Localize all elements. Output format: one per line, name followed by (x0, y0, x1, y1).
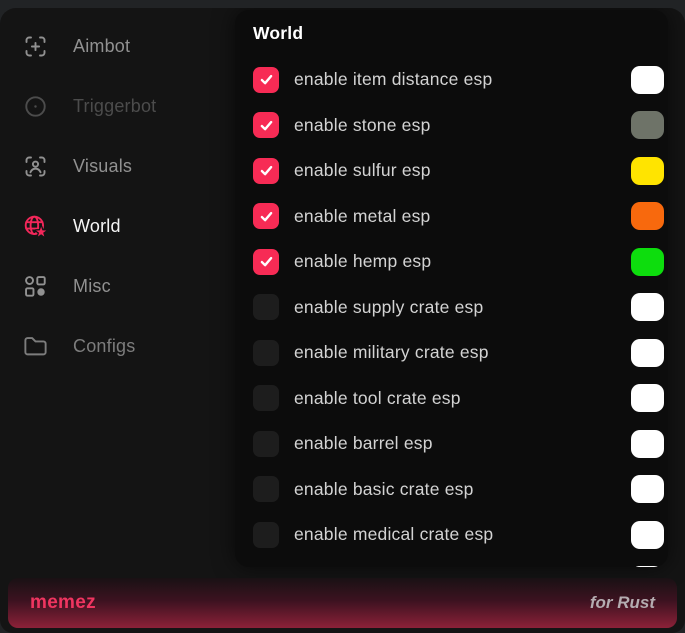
esp-checkbox[interactable] (253, 112, 279, 138)
sidebar-item-label: World (73, 216, 121, 237)
esp-checkbox[interactable] (253, 431, 279, 457)
esp-option-row: enable tool crate esp (253, 376, 668, 422)
esp-option-row: enable supply crate esp (253, 285, 668, 331)
screen-background: Aimbot Triggerbot Visuals World Misc Con… (0, 0, 685, 633)
sidebar-item-label: Aimbot (73, 36, 130, 57)
panel-title: World (253, 23, 668, 44)
esp-color-swatch[interactable] (631, 566, 664, 567)
esp-checkbox[interactable] (253, 249, 279, 275)
sidebar-item-label: Triggerbot (73, 96, 156, 117)
esp-checkbox[interactable] (253, 476, 279, 502)
sidebar-item-aimbot[interactable]: Aimbot (0, 16, 235, 76)
misc-apps-icon (22, 273, 49, 300)
esp-option-label: enable hemp esp (294, 251, 431, 272)
esp-color-swatch[interactable] (631, 111, 664, 139)
esp-color-swatch[interactable] (631, 66, 664, 94)
triggerbot-circle-icon (22, 93, 49, 120)
visuals-user-scan-icon (22, 153, 49, 180)
sidebar-item-configs[interactable]: Configs (0, 316, 235, 376)
esp-option-label: enable military crate esp (294, 342, 489, 363)
esp-checkbox[interactable] (253, 340, 279, 366)
esp-checkbox[interactable] (253, 294, 279, 320)
esp-color-swatch[interactable] (631, 339, 664, 367)
esp-option-row: enable medical crate esp (253, 512, 668, 558)
sidebar-item-label: Misc (73, 276, 111, 297)
esp-option-row: enable sulfur esp (253, 148, 668, 194)
cheat-menu-window: Aimbot Triggerbot Visuals World Misc Con… (0, 8, 685, 633)
esp-checkbox[interactable] (253, 158, 279, 184)
esp-option-row: enable military crate esp (253, 330, 668, 376)
esp-option-label: enable medical crate esp (294, 524, 493, 545)
settings-panel: World enable item distance esp enable st… (235, 10, 668, 567)
esp-option-label: enable item distance esp (294, 69, 492, 90)
checkmark-icon (258, 253, 275, 270)
world-globe-star-icon (22, 213, 49, 240)
esp-option-row: enable metal esp (253, 194, 668, 240)
configs-folder-icon (22, 333, 49, 360)
esp-option-row: enable item distance esp (253, 57, 668, 103)
esp-option-row (253, 558, 668, 568)
esp-color-swatch[interactable] (631, 384, 664, 412)
sidebar-item-label: Configs (73, 336, 135, 357)
esp-option-row: enable barrel esp (253, 421, 668, 467)
esp-option-row: enable hemp esp (253, 239, 668, 285)
esp-color-swatch[interactable] (631, 202, 664, 230)
esp-option-label: enable barrel esp (294, 433, 433, 454)
esp-options-list: enable item distance esp enable stone es… (235, 57, 668, 567)
sidebar-item-misc[interactable]: Misc (0, 256, 235, 316)
footer-bar: memez for Rust (8, 578, 677, 628)
esp-color-swatch[interactable] (631, 430, 664, 458)
sidebar-nav: Aimbot Triggerbot Visuals World Misc Con… (0, 16, 235, 376)
sidebar-item-world[interactable]: World (0, 196, 235, 256)
checkmark-icon (258, 162, 275, 179)
checkmark-icon (258, 117, 275, 134)
checkmark-icon (258, 208, 275, 225)
sidebar-item-visuals[interactable]: Visuals (0, 136, 235, 196)
brand-text: memez (30, 592, 96, 614)
sidebar-item-label: Visuals (73, 156, 132, 177)
sidebar-item-triggerbot[interactable]: Triggerbot (0, 76, 235, 136)
esp-option-label: enable tool crate esp (294, 388, 461, 409)
esp-option-row: enable stone esp (253, 103, 668, 149)
esp-checkbox[interactable] (253, 203, 279, 229)
aimbot-scan-icon (22, 33, 49, 60)
esp-option-label: enable basic crate esp (294, 479, 474, 500)
esp-color-swatch[interactable] (631, 157, 664, 185)
esp-checkbox[interactable] (253, 522, 279, 548)
esp-color-swatch[interactable] (631, 248, 664, 276)
esp-color-swatch[interactable] (631, 475, 664, 503)
checkmark-icon (258, 71, 275, 88)
esp-option-label: enable sulfur esp (294, 160, 431, 181)
esp-color-swatch[interactable] (631, 293, 664, 321)
esp-option-label: enable metal esp (294, 206, 430, 227)
esp-checkbox[interactable] (253, 67, 279, 93)
esp-option-row: enable basic crate esp (253, 467, 668, 513)
esp-option-label: enable stone esp (294, 115, 431, 136)
footer-subtitle: for Rust (590, 593, 655, 613)
esp-color-swatch[interactable] (631, 521, 664, 549)
esp-option-label: enable supply crate esp (294, 297, 483, 318)
esp-checkbox[interactable] (253, 385, 279, 411)
